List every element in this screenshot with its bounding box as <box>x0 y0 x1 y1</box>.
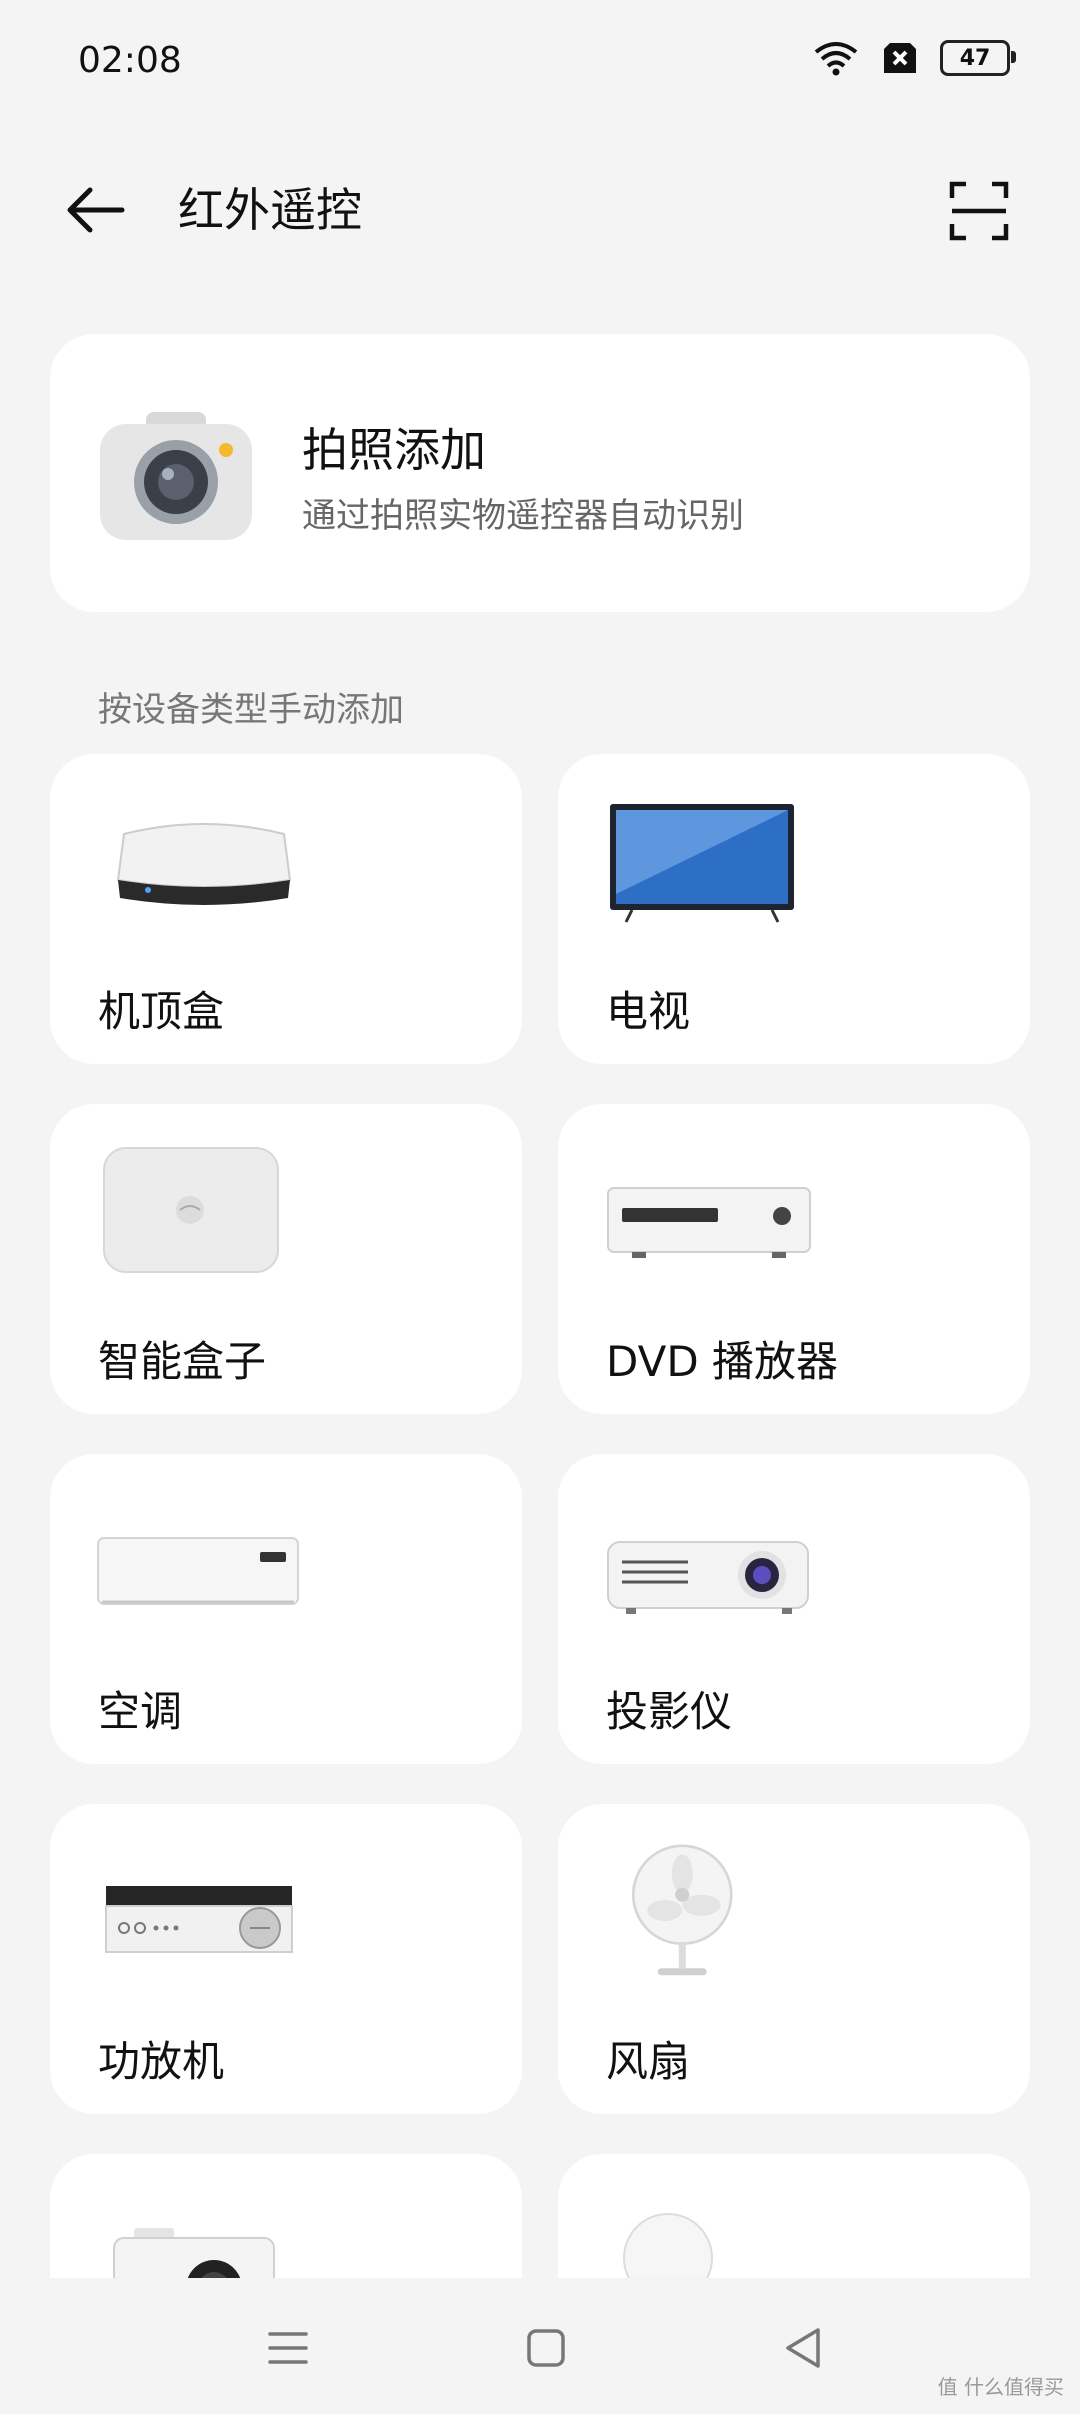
device-label: 空调 <box>98 1687 183 1736</box>
battery-level: 47 <box>959 45 991 71</box>
light-bulb-icon <box>623 2213 713 2278</box>
projector-icon <box>607 1541 809 1614</box>
device-tile-set-top-box[interactable]: 机顶盒 <box>50 754 522 1064</box>
tv-icon <box>610 804 794 923</box>
device-tile-camera[interactable] <box>50 2154 522 2278</box>
device-tile-smart-box[interactable]: 智能盒子 <box>50 1104 522 1414</box>
device-label: 智能盒子 <box>98 1337 267 1386</box>
camera-device-icon <box>113 2228 275 2278</box>
nav-back-button[interactable] <box>774 2318 834 2378</box>
device-label: 风扇 <box>606 2037 691 2086</box>
menu-icon <box>268 2332 308 2364</box>
camera-icon <box>100 412 252 540</box>
amplifier-icon <box>105 1886 293 1953</box>
watermark: 值 什么值得买 <box>937 2375 1064 2399</box>
device-tile-dvd-player[interactable]: DVD 播放器 <box>558 1104 1030 1414</box>
device-tile-amplifier[interactable]: 功放机 <box>50 1804 522 2114</box>
app-bar: 红外遥控 <box>0 160 1080 260</box>
scan-button[interactable] <box>948 180 1010 242</box>
no-sim-icon <box>884 43 916 73</box>
status-icons: 47 <box>812 40 1016 76</box>
section-label: 按设备类型手动添加 <box>98 690 404 730</box>
photo-add-subtitle: 通过拍照实物遥控器自动识别 <box>302 496 744 536</box>
scan-icon <box>949 181 1009 241</box>
back-arrow-icon <box>67 187 125 233</box>
home-square-icon <box>527 2329 565 2367</box>
device-label: 机顶盒 <box>98 987 225 1036</box>
device-tile-air-conditioner[interactable]: 空调 <box>50 1454 522 1764</box>
photo-add-title: 拍照添加 <box>302 423 486 477</box>
fan-icon <box>631 1844 733 1976</box>
set-top-box-icon <box>116 823 292 905</box>
smart-box-icon <box>103 1147 279 1273</box>
device-tile-light[interactable] <box>558 2154 1030 2278</box>
nav-back-triangle-icon <box>786 2328 820 2368</box>
device-tile-fan[interactable]: 风扇 <box>558 1804 1030 2114</box>
device-tile-tv[interactable]: 电视 <box>558 754 1030 1064</box>
device-label: 电视 <box>606 987 691 1036</box>
status-time: 02:08 <box>78 40 182 81</box>
photo-add-card[interactable]: 拍照添加 通过拍照实物遥控器自动识别 <box>50 334 1030 612</box>
device-label: 功放机 <box>98 2037 225 2086</box>
menu-button[interactable] <box>258 2318 318 2378</box>
system-nav-bar: 值 什么值得买 <box>0 2278 1080 2414</box>
device-label: 投影仪 <box>606 1687 733 1736</box>
back-button[interactable] <box>60 180 132 240</box>
battery-indicator: 47 <box>940 40 1016 76</box>
air-conditioner-icon <box>97 1537 299 1605</box>
device-label: DVD 播放器 <box>606 1337 839 1386</box>
page-title: 红外遥控 <box>178 183 362 237</box>
dvd-player-icon <box>607 1187 811 1258</box>
status-bar: 02:08 47 <box>0 0 1080 130</box>
device-grid: 机顶盒 电视 智能盒子 DVD 播放器 空调 投影仪 功放机 风扇 <box>50 754 1030 2278</box>
device-tile-projector[interactable]: 投影仪 <box>558 1454 1030 1764</box>
wifi-icon <box>814 42 858 76</box>
home-button[interactable] <box>516 2318 576 2378</box>
